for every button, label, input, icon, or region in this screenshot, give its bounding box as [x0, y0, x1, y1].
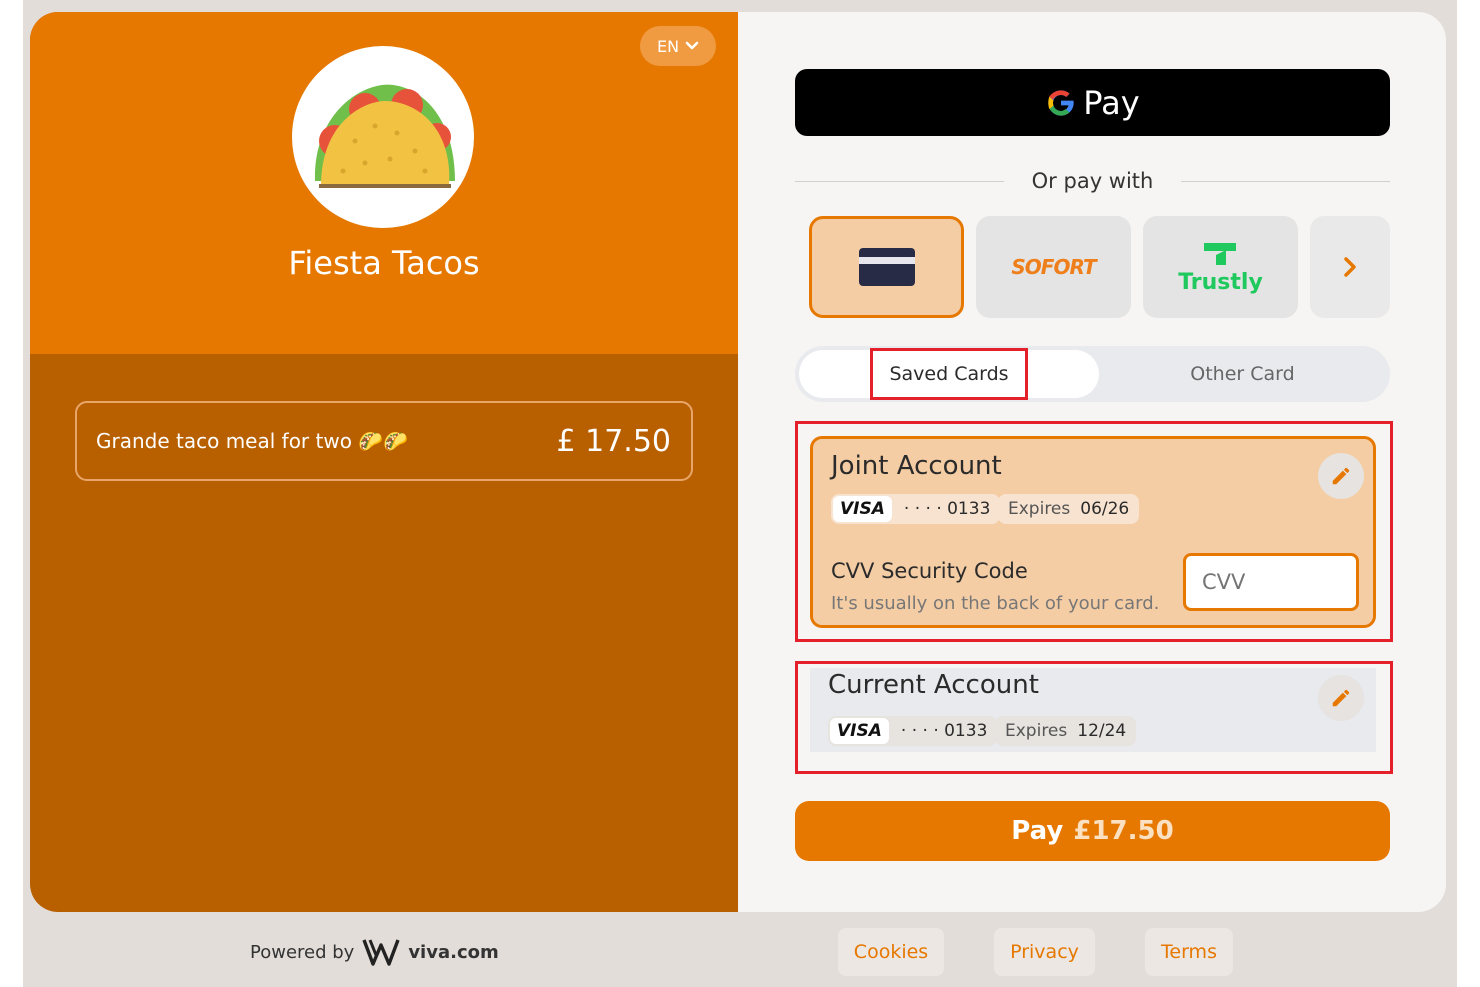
google-g-icon [1048, 89, 1075, 116]
card-expiry-chip: Expires 06/26 [998, 494, 1140, 524]
powered-by-label: Powered by [250, 941, 355, 963]
account-title: Current Account [828, 670, 1039, 700]
trustly-icon [1204, 242, 1237, 265]
saved-card-current-account[interactable]: Current Account VISA · · · · 0133 Expire… [810, 668, 1376, 752]
cvv-title: CVV Security Code [831, 559, 1028, 583]
divider-text: Or pay with [1031, 169, 1154, 193]
order-line-item: Grande taco meal for two 🌮🌮 £ 17.50 [75, 401, 693, 481]
visa-logo: VISA [833, 496, 892, 522]
viva-logo-icon [362, 939, 400, 966]
privacy-link[interactable]: Privacy [994, 928, 1095, 976]
pay-label: Pay [1011, 816, 1064, 846]
order-price: £ 17.50 [556, 423, 671, 459]
cookies-link[interactable]: Cookies [838, 928, 944, 976]
merchant-logo [292, 46, 474, 228]
credit-card-icon [858, 248, 915, 286]
taco-icon [314, 84, 455, 188]
expires-label: Expires [1005, 721, 1068, 741]
chevron-down-icon [685, 41, 699, 50]
method-card[interactable] [809, 216, 964, 318]
method-more[interactable] [1310, 216, 1390, 318]
merchant-header: EN Fiesta Tacos [30, 12, 738, 354]
tab-other-card[interactable]: Other Card [1095, 346, 1390, 402]
payment-panel: Pay Or pay with SOFORT Trustly Saved Car… [738, 12, 1446, 912]
powered-by: Powered by viva.com [250, 932, 499, 972]
expires-value: 06/26 [1080, 499, 1130, 519]
tab-saved-cards[interactable]: Saved Cards [870, 348, 1028, 400]
trustly-label: Trustly [1178, 269, 1263, 295]
account-title: Joint Account [831, 451, 1002, 481]
method-trustly[interactable]: Trustly [1143, 216, 1298, 318]
payment-methods: SOFORT Trustly [809, 216, 1390, 319]
saved-card-joint-account[interactable]: Joint Account VISA · · · · 0133 Expires … [810, 436, 1376, 628]
order-panel: EN Fiesta Tacos Grande taco meal for two… [30, 12, 738, 912]
expires-value: 12/24 [1077, 721, 1127, 741]
language-selector[interactable]: EN [640, 26, 716, 66]
card-number-chip: VISA · · · · 0133 [828, 716, 998, 746]
trustly-logo: Trustly [1178, 241, 1263, 294]
pencil-icon [1332, 467, 1350, 485]
pay-button[interactable]: Pay £17.50 [795, 801, 1390, 861]
cvv-hint: It's usually on the back of your card. [831, 593, 1160, 614]
masked-card-number: · · · · 0133 [903, 499, 991, 519]
card-expiry-chip: Expires 12/24 [995, 716, 1137, 746]
divider-line [1181, 180, 1391, 182]
card-number-chip: VISA · · · · 0133 [831, 494, 1001, 524]
checkout-card: EN Fiesta Tacos Grande taco meal for two… [30, 12, 1446, 912]
language-label: EN [656, 36, 680, 56]
divider-line [795, 180, 1004, 182]
method-sofort[interactable]: SOFORT [976, 216, 1131, 318]
terms-link[interactable]: Terms [1145, 928, 1233, 976]
viva-brand: viva.com [408, 941, 499, 963]
pay-amount: £17.50 [1073, 816, 1174, 846]
visa-logo: VISA [830, 718, 889, 744]
google-pay-button[interactable]: Pay [795, 69, 1390, 136]
cvv-input[interactable] [1183, 553, 1359, 611]
chevron-right-icon [1344, 257, 1356, 277]
order-description: Grande taco meal for two 🌮🌮 [96, 429, 409, 453]
merchant-name: Fiesta Tacos [288, 244, 480, 282]
edit-card-button[interactable] [1318, 675, 1364, 721]
pencil-icon [1332, 689, 1350, 707]
or-pay-with-divider: Or pay with [795, 166, 1391, 196]
masked-card-number: · · · · 0133 [900, 721, 988, 741]
edit-card-button[interactable] [1318, 453, 1364, 499]
sofort-logo: SOFORT [1011, 255, 1096, 279]
expires-label: Expires [1008, 499, 1071, 519]
google-pay-label: Pay [1083, 83, 1140, 122]
card-tabs: Saved Cards Other Card [795, 346, 1390, 402]
